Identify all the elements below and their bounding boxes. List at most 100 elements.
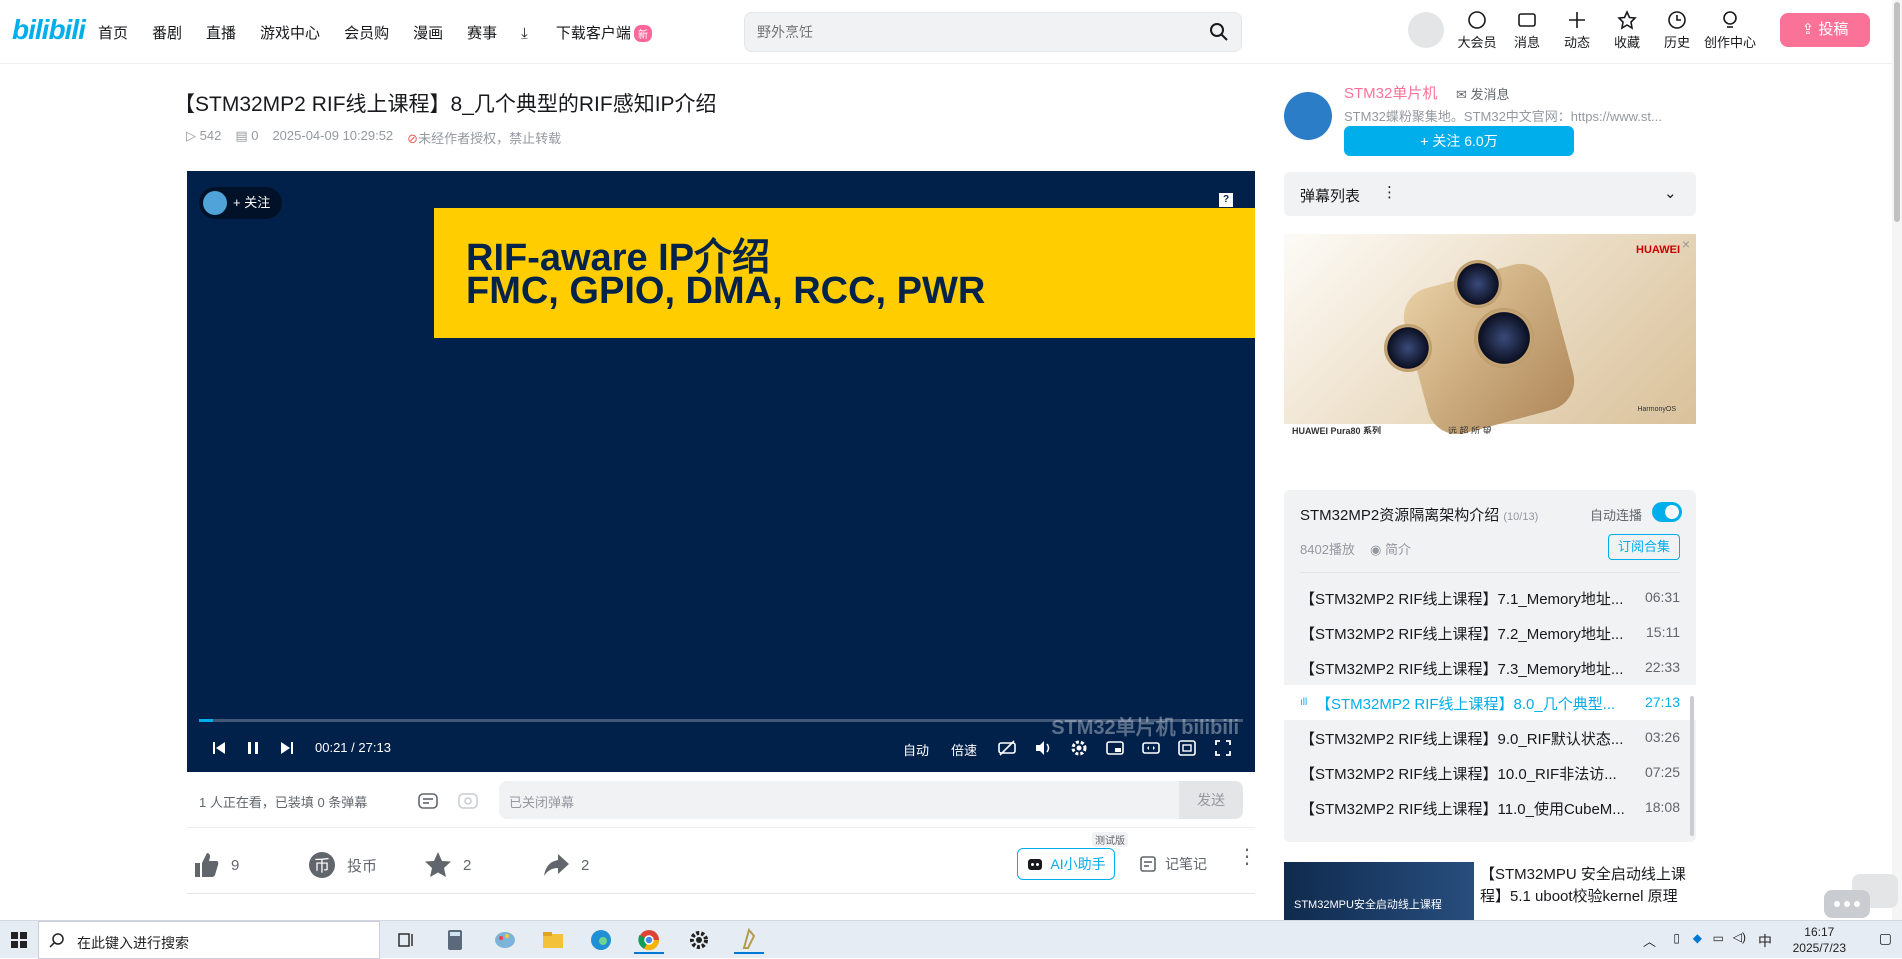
upload-button[interactable]: ⇪ 投稿 [1780,13,1870,47]
playlist-item[interactable]: 【STM32MP2 RIF线上课程】11.0_使用CubeM... 18:08 [1284,790,1696,825]
nav-home[interactable]: 首页 [98,22,128,43]
subtitle-off-icon[interactable] [997,738,1017,758]
tray-chevron-up-icon[interactable]: ︿ [1643,931,1656,950]
danmaku-list-panel[interactable]: 弹幕列表 ⋮ ⌄ [1284,172,1696,216]
tray-volume-icon[interactable]: ◁) [1733,930,1746,944]
player-follow-button[interactable]: + 关注 [199,187,283,219]
publish-date: 2025-04-09 10:29:52 [272,128,394,143]
nav-favorites[interactable]: 收藏 [1602,10,1652,51]
quality-button[interactable]: 自动 [903,740,929,759]
playlist-item[interactable]: 【STM32MP2 RIF线上课程】9.0_RIF默认状态... 03:26 [1284,720,1696,755]
more-dots-icon[interactable]: ⋮ [1382,183,1397,201]
like-button[interactable]: 9 [191,850,239,880]
nav-mall[interactable]: 会员购 [344,22,389,43]
next-icon[interactable] [277,738,297,758]
search-input[interactable] [757,21,1177,43]
app-icon[interactable] [734,926,764,954]
vip-icon [1468,11,1486,29]
favorite-button[interactable]: 2 [423,850,471,880]
ai-assistant-button[interactable]: AI小助手 [1017,848,1115,880]
notes-button[interactable]: 记笔记 [1139,854,1207,874]
danmaku-toggle-icon[interactable] [417,790,439,812]
recommended-title[interactable]: 【STM32MPU 安全启动线上课程】5.1 uboot校验kernel 原理 [1480,864,1696,908]
pause-icon[interactable] [243,738,263,758]
nav-dynamics[interactable]: 动态 [1552,10,1602,51]
coin-button[interactable]: 币 投币 [307,850,377,880]
nav-download-client[interactable]: ⤓ 下载客户端新 [521,22,676,43]
bilibili-logo[interactable]: bilibili [12,14,86,46]
windows-start-icon[interactable] [0,921,38,959]
nav-manga[interactable]: 漫画 [413,22,443,43]
nav-anime[interactable]: 番剧 [152,22,182,43]
search-box[interactable] [744,12,1242,52]
danmaku-input[interactable]: 已关闭弹幕 发送 [499,781,1243,819]
progress-bar[interactable] [199,719,1243,722]
calculator-icon[interactable] [440,926,470,954]
ime-indicator[interactable]: 中 [1758,931,1772,951]
playlist-item[interactable]: 【STM32MP2 RIF线上课程】10.0_RIF非法访... 07:25 [1284,755,1696,790]
playlist-scrollbar[interactable] [1690,696,1694,836]
taskbar-search[interactable]: 在此键入进行搜索 [38,921,380,959]
danmaku-settings-icon[interactable] [457,790,479,812]
paint-app-icon[interactable] [490,926,520,954]
lens-graphic [1454,260,1502,308]
video-toolbar: 9 币 投币 2 2 测试版 AI小助手 记笔记 ⋮ [187,832,1257,894]
help-icon[interactable]: ? [1219,193,1233,207]
danmaku-bar: 1 人正在看，已装填 0 条弹幕 已关闭弹幕 发送 [187,772,1255,828]
settings-gear-icon[interactable] [684,926,714,954]
previous-icon[interactable] [209,738,229,758]
fullscreen-icon[interactable] [1213,738,1233,758]
more-icon[interactable]: ⋮ [1237,847,1257,867]
settings-icon[interactable] [1069,738,1089,758]
volume-icon[interactable] [1033,738,1053,758]
scrollbar-thumb[interactable] [1894,2,1900,222]
file-explorer-icon[interactable] [538,926,568,954]
playlist-item-active[interactable]: ıll 【STM32MP2 RIF线上课程】8.0_几个典型... 27:13 [1284,685,1696,720]
video-player[interactable]: RIF-aware IP介绍 FMC, GPIO, DMA, RCC, PWR … [187,171,1255,772]
collection-title[interactable]: STM32MP2资源隔离架构介绍 (10/13) [1300,504,1538,525]
send-message-link[interactable]: ✉ 发消息 [1456,84,1510,103]
uploader-name[interactable]: STM32单片机 [1344,82,1437,103]
upload-icon: ⇪ [1801,21,1819,38]
chat-bubble-icon[interactable] [1822,874,1902,920]
nav-esports[interactable]: 赛事 [467,22,497,43]
taskbar-clock[interactable]: 16:17 2025/7/23 [1793,924,1846,956]
search-icon[interactable] [1209,22,1229,42]
uploader-avatar[interactable] [1284,92,1332,140]
playlist-item[interactable]: 【STM32MP2 RIF线上课程】7.3_Memory地址... 22:33 [1284,650,1696,685]
task-view-icon[interactable] [392,926,422,954]
ad-close-icon[interactable]: × [1682,236,1690,252]
nav-creator-center[interactable]: 创作中心 [1702,10,1758,51]
tray-network-icon[interactable]: ▭ [1713,931,1724,945]
edge-browser-icon[interactable] [586,926,616,954]
subscribe-collection-button[interactable]: 订阅合集 [1608,534,1680,560]
danmaku-send-button[interactable]: 发送 [1179,781,1243,819]
chevron-down-icon[interactable]: ⌄ [1664,184,1677,202]
recommended-video[interactable]: STM32MPU安全启动线上课程 【STM32MPU 安全启动线上课程】5.1 … [1284,862,1696,922]
new-badge: 新 [633,25,652,42]
playlist-item[interactable]: 【STM32MP2 RIF线上课程】7.2_Memory地址... 15:11 [1284,615,1696,650]
autoplay-toggle[interactable] [1652,502,1682,522]
nav-game-center[interactable]: 游戏中心 [260,22,320,43]
nav-live[interactable]: 直播 [206,22,236,43]
pip-icon[interactable] [1105,738,1125,758]
ad-banner[interactable]: HUAWEI HarmonyOS × HUAWEI Pura80 系列 远 超 … [1284,234,1696,434]
user-avatar[interactable] [1408,12,1444,48]
tray-shield-icon[interactable]: ◆ [1693,931,1702,945]
follow-button[interactable]: + 关注 6.0万 [1344,126,1574,156]
chrome-browser-icon[interactable] [634,926,664,954]
widescreen-icon[interactable] [1141,738,1161,758]
playlist-item[interactable]: 【STM32MP2 RIF线上课程】7.1_Memory地址... 06:31 [1284,580,1696,615]
webfullscreen-icon[interactable] [1177,738,1197,758]
nav-history[interactable]: 历史 [1652,10,1702,51]
bulb-icon [1723,11,1737,28]
page-scrollbar[interactable] [1892,0,1902,920]
nav-vip[interactable]: 大会员 [1452,10,1502,51]
recommended-thumbnail[interactable]: STM32MPU安全启动线上课程 [1284,862,1474,922]
collection-intro-link[interactable]: ◉ 简介 [1370,539,1411,558]
speed-button[interactable]: 倍速 [951,740,977,759]
share-button[interactable]: 2 [541,850,589,880]
nav-messages[interactable]: 消息 [1502,10,1552,51]
notification-icon[interactable]: ▢ [1879,930,1892,947]
tray-usb-icon[interactable]: ▯ [1673,931,1680,945]
